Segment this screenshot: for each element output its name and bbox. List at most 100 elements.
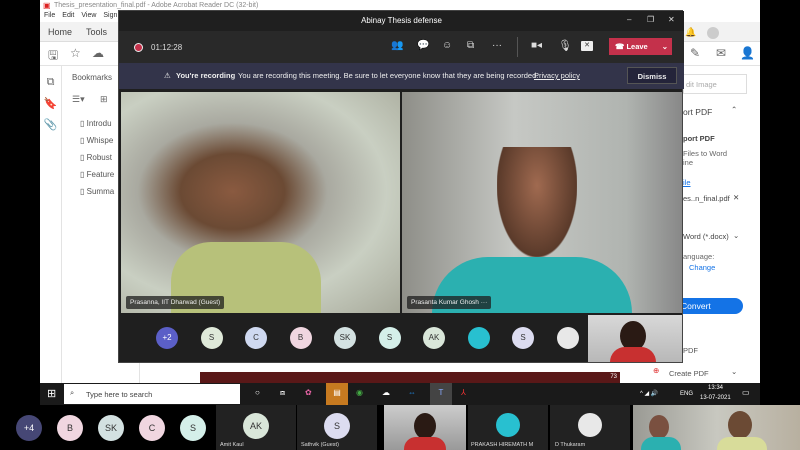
participant-avatar[interactable]: AK [243,413,269,439]
select-file-link[interactable]: ile [683,178,691,187]
menu-view[interactable]: View [81,12,96,19]
participant-avatar[interactable]: +2 [156,327,178,349]
participant-avatar[interactable]: SK [98,415,124,441]
video-tile[interactable]: Prasanta Kumar Ghosh ··· [402,92,682,313]
participant-avatar[interactable]: C [245,327,267,349]
maximize-icon[interactable]: ❐ [647,15,654,24]
windows-start-icon[interactable]: ⊞ [47,387,56,400]
dismiss-button[interactable]: Dismiss [627,67,677,84]
search-icon: ⌕ [70,388,75,397]
video-tile[interactable]: Prasanna, IIT Dharwad (Guest) [121,92,400,313]
participant-avatar[interactable]: S [200,327,223,349]
more-options-icon[interactable]: ··· [492,40,502,51]
attachment-icon[interactable]: 📎 [40,118,61,131]
privacy-policy-link[interactable]: Privacy policy [534,71,580,80]
participant-avatar[interactable]: S [378,327,401,349]
taskbar-search-input[interactable]: ⌕ Type here to search [64,384,240,404]
more-icon[interactable]: ··· [481,299,488,306]
task-view-icon[interactable]: ⧈ [280,388,285,398]
format-dropdown[interactable]: Word (*.docx) [683,232,729,241]
chevron-up-icon[interactable]: ⌃ [731,105,737,114]
tab-tools[interactable]: Tools [86,27,107,37]
export-desc: ine [683,158,694,167]
participant-shirt [717,437,767,450]
meeting-timer: 01:12:28 [151,43,183,52]
create-pdf-item[interactable]: Create PDF [669,369,709,378]
clock-date[interactable]: 13-07-2021 [700,395,731,401]
participant-avatar[interactable]: S [180,415,206,441]
export-title: port PDF [683,134,715,143]
upload-cloud-icon[interactable]: ☁ [92,46,104,60]
minimize-icon[interactable]: – [627,15,631,24]
participant-avatar[interactable]: C [139,415,165,441]
app-icon[interactable]: ☁ [382,388,390,397]
teams-icon[interactable]: T [430,383,452,405]
recording-banner: ⚠ You're recording You are recording thi… [119,63,684,89]
star-icon[interactable]: ☆ [70,46,81,60]
participants-icon[interactable]: 👥 [391,40,403,51]
participant-avatar[interactable]: S [512,327,534,349]
participant-avatar[interactable]: AK [423,327,445,349]
teamviewer-icon[interactable]: ⇔ [408,388,416,397]
mail-icon[interactable]: ✉ [716,46,726,60]
participant-avatar[interactable]: +4 [16,415,42,441]
microphone-icon[interactable]: 🎙 [558,39,572,52]
bookmark-panel-icon[interactable]: 🔖 [40,97,61,110]
stop-sharing-icon[interactable]: ✕ [581,41,593,51]
participant-avatar[interactable]: B [289,327,312,349]
share-screen-icon[interactable]: ⧉ [467,40,474,51]
export-pdf-panel: dit Image ort PDF ⌃ port PDF Files to Wo… [653,66,760,383]
meeting-title: Abinay Thesis defense [119,11,684,31]
chat-icon[interactable]: 💬 [417,40,429,51]
notifications-icon[interactable]: ▭ [742,388,750,397]
clock-time[interactable]: 13:34 [708,385,723,391]
tool-item[interactable]: PDF [683,346,698,355]
participant-shirt [404,437,446,450]
avatar [578,413,602,437]
file-explorer-icon[interactable]: ▤ [326,383,348,405]
sign-icon[interactable]: ✎ [690,46,700,60]
bell-icon[interactable]: 🔔 [685,27,696,38]
participant-avatar[interactable]: SK [334,327,356,349]
convert-button[interactable]: Convert [679,298,743,314]
edit-image-field[interactable]: dit Image [683,74,747,94]
export-pdf-header[interactable]: ort PDF [683,107,712,117]
bookmark-options-icon[interactable]: ☰▾ [72,94,85,105]
recording-message: You are recording this meeting. Be sure … [238,71,539,80]
chrome-icon[interactable]: ◉ [356,388,363,397]
avatar[interactable] [707,27,719,39]
tab-home[interactable]: Home [48,27,72,37]
add-bookmark-icon[interactable]: ⊞ [100,94,108,105]
tray-icons[interactable]: ^ ◢ 🔊 [640,390,658,397]
pages-icon[interactable]: ⧉ [40,76,61,89]
windows-taskbar: ⊞ ⌕ Type here to search ○ ⧈ ✿ ▤ ◉ ☁ ⇔ T ⅄… [40,383,760,405]
self-video[interactable] [588,315,682,362]
participant-card[interactable]: D Thukaram [550,405,630,450]
participant-video[interactable] [633,405,800,450]
menu-file[interactable]: File [44,12,55,19]
language-indicator[interactable]: ENG [680,391,693,397]
menu-edit[interactable]: Edit [62,12,74,19]
close-icon[interactable]: ✕ [668,15,675,24]
participant-avatar[interactable]: S [324,413,350,439]
menu-sign[interactable]: Sign [103,12,117,19]
reactions-icon[interactable]: ☺ [442,40,452,51]
participant-photo-avatar[interactable] [467,327,490,349]
participant-name: PRAKASH HIREMATH M [471,442,534,448]
app-icon[interactable]: ✿ [305,388,312,397]
chevron-down-icon[interactable]: ⌄ [662,42,668,51]
change-language-link[interactable]: Change [689,263,715,272]
camera-icon[interactable]: ■◂ [531,40,542,51]
save-icon[interactable]: 🖫 [48,46,58,67]
close-icon[interactable]: ✕ [733,193,739,202]
leave-button[interactable]: ☎ Leave ⌄ [609,38,672,55]
acrobat-taskbar-icon[interactable]: ⅄ [461,388,466,397]
participant-video[interactable] [384,405,466,450]
participant-face [649,415,669,439]
participant-card[interactable]: PRAKASH HIREMATH M [468,405,548,450]
cortana-icon[interactable]: ○ [255,388,260,397]
share-user-icon[interactable]: 👤 [740,46,755,60]
participant-name: Prasanta Kumar Ghosh ··· [407,296,492,309]
participant-avatar[interactable]: B [57,415,83,441]
participant-photo-avatar[interactable] [556,327,579,349]
